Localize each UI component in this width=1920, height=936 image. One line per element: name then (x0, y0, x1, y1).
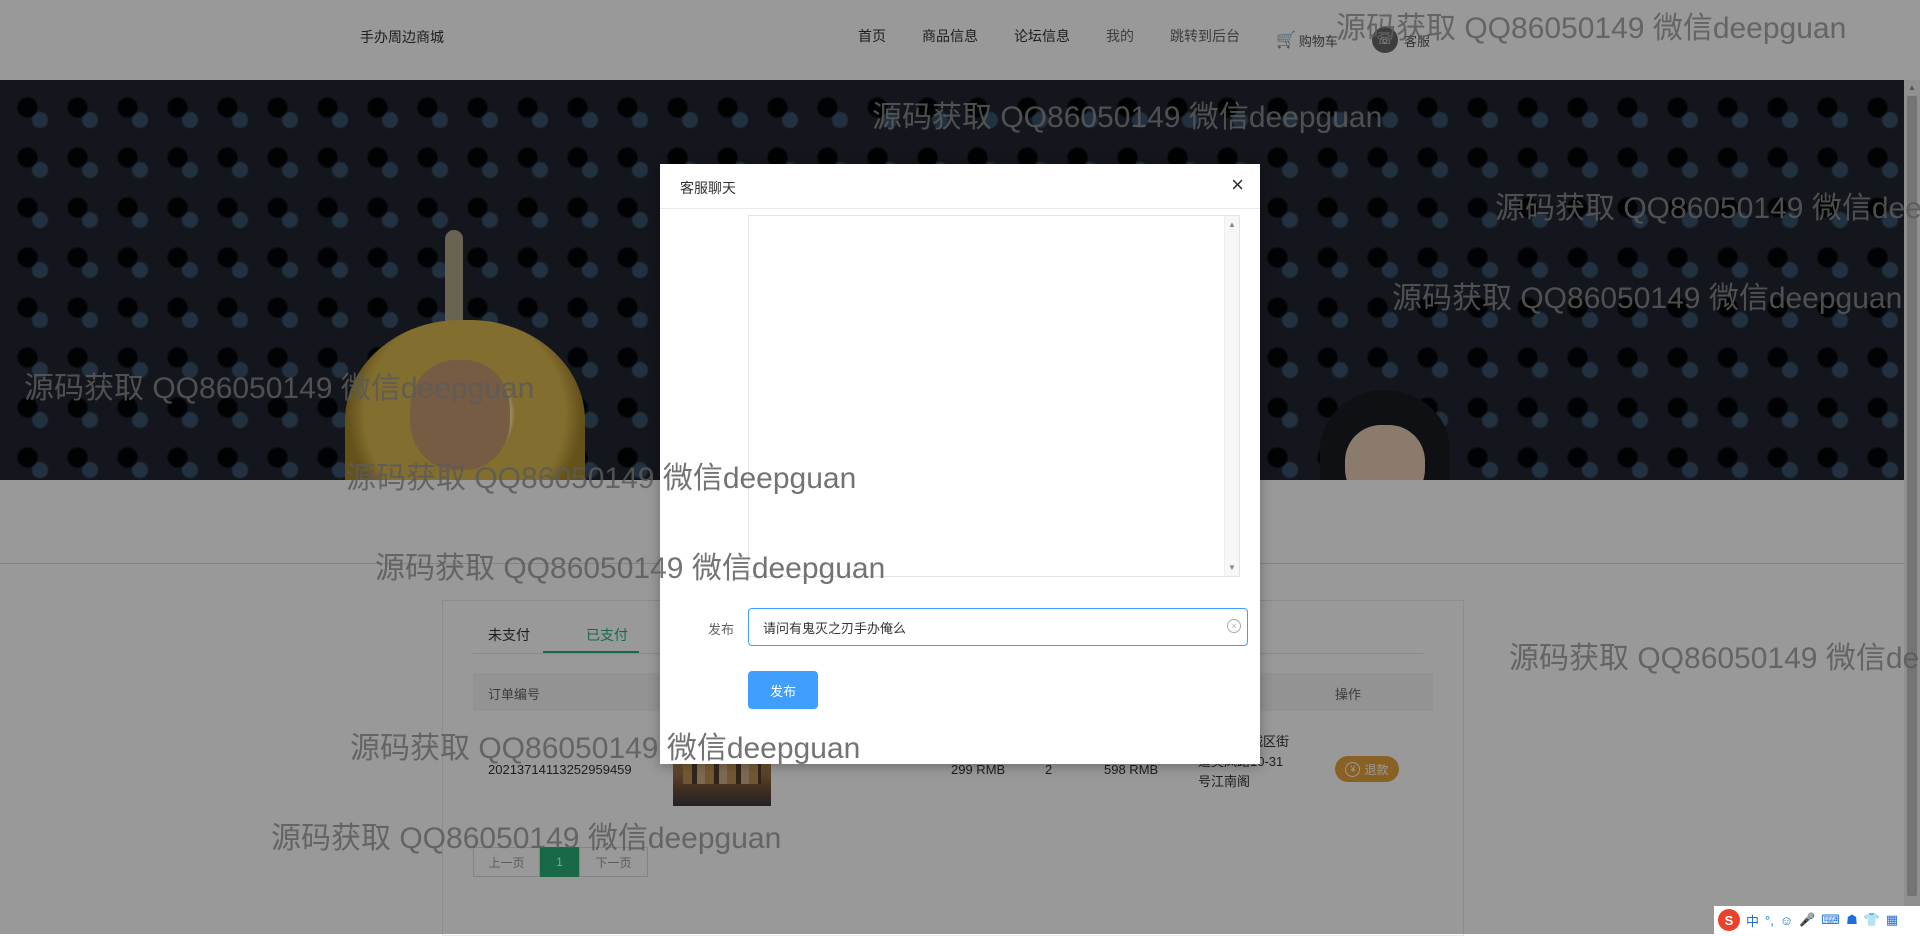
user-icon[interactable]: ☗ (1846, 912, 1858, 928)
punctuation-icon[interactable]: °, (1765, 913, 1774, 928)
chat-history-box[interactable]: ▲ ▼ (748, 215, 1240, 577)
chat-scrollbar[interactable]: ▲ ▼ (1224, 216, 1239, 576)
message-field-label: 发布 (708, 622, 735, 637)
scroll-up-icon[interactable]: ▲ (1228, 220, 1236, 229)
close-icon[interactable]: × (1231, 174, 1244, 196)
keyboard-icon[interactable]: ⌨ (1821, 912, 1840, 928)
skin-icon[interactable]: 👕 (1864, 912, 1880, 928)
customer-service-dialog: 客服聊天 × ▲ ▼ 发布 × 发布 (660, 164, 1260, 764)
grid-menu-icon[interactable]: ▦ (1886, 912, 1898, 928)
dialog-title: 客服聊天 (680, 180, 736, 196)
emoji-icon[interactable]: ☺ (1780, 913, 1793, 928)
microphone-icon[interactable]: 🎤 (1799, 912, 1815, 928)
publish-button[interactable]: 发布 (748, 671, 818, 709)
clear-input-icon[interactable]: × (1227, 619, 1241, 633)
ime-toolbar: S 中 °, ☺ 🎤 ⌨ ☗ 👕 ▦ (1714, 906, 1920, 934)
scroll-down-icon[interactable]: ▼ (1228, 563, 1236, 572)
ime-chinese-mode[interactable]: 中 (1746, 911, 1759, 930)
message-input[interactable] (748, 608, 1248, 646)
ime-logo-icon[interactable]: S (1718, 909, 1740, 931)
dialog-header: 客服聊天 × (660, 164, 1260, 209)
